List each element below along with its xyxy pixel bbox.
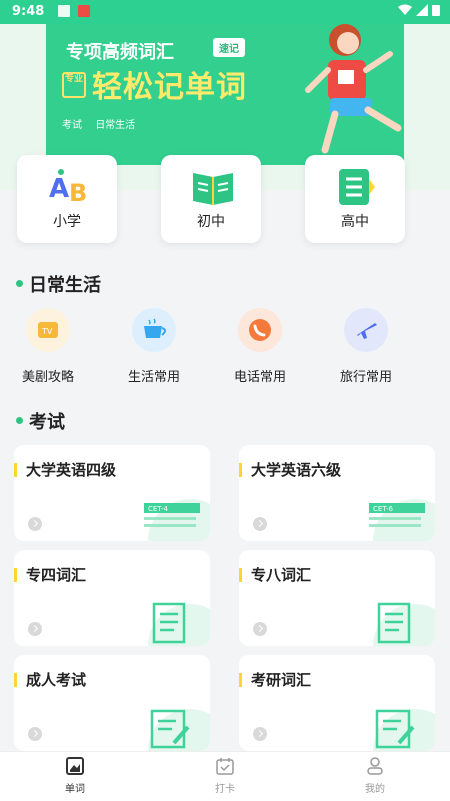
banner-badge: 专业: [62, 72, 86, 98]
exam-card-cet6[interactable]: 大学英语六级 CET-6: [239, 445, 435, 541]
section-dot: [16, 280, 23, 287]
wifi-icon: [397, 4, 412, 15]
bottom-tab-bar: 单词 打卡 我的: [0, 751, 450, 801]
notification-icons: [58, 5, 94, 20]
grade-card-primary[interactable]: A B 小学: [17, 155, 117, 243]
svg-text:TV: TV: [41, 327, 53, 336]
accent-bar: [14, 568, 17, 582]
daily-item-tv[interactable]: TV 美剧攻略: [8, 308, 88, 385]
daily-item-label: 美剧攻略: [21, 370, 74, 385]
grade-label: 高中: [341, 214, 369, 230]
open-book-icon: [193, 173, 233, 205]
daily-item-phone[interactable]: 电话常用: [220, 308, 300, 385]
signal-icon: [415, 4, 428, 16]
grade-card-senior[interactable]: 高中: [305, 155, 405, 243]
accent-bar: [14, 673, 17, 687]
document-pencil-icon: [148, 709, 210, 751]
grade-card-junior[interactable]: 初中: [161, 155, 261, 243]
cet4-deco-text: CET-4: [148, 505, 168, 513]
status-bar: 9:48: [0, 0, 450, 24]
banner-subtitles: 考试 日常生活: [62, 116, 145, 131]
system-status-icons: [397, 4, 440, 20]
banner-sub-exam: 考试: [62, 120, 82, 131]
daily-item-life[interactable]: 生活常用: [114, 308, 194, 385]
exam-card-label: 考研词汇: [251, 671, 312, 689]
daily-item-label: 电话常用: [233, 370, 286, 385]
words-tab-icon: [66, 757, 84, 775]
daily-item-label: 旅行常用: [339, 370, 392, 385]
calendar-check-icon: [216, 758, 234, 775]
exam-card-label: 专八词汇: [251, 566, 312, 584]
status-time: 9:48: [12, 4, 45, 19]
banner-tag: 速记: [213, 38, 245, 57]
accent-bar: [14, 463, 17, 477]
daily-item-label: 生活常用: [127, 370, 180, 385]
document-pencil-icon: [373, 709, 435, 751]
banner-sub-daily: 日常生活: [95, 120, 136, 131]
section-dot: [16, 417, 23, 424]
arrow-right-icon: [28, 517, 42, 531]
daily-item-travel[interactable]: 旅行常用: [326, 308, 406, 385]
airplane-icon: [344, 308, 388, 352]
scroll-document-icon: [373, 602, 435, 646]
tab-checkin[interactable]: 打卡: [150, 756, 300, 795]
arrow-right-icon: [253, 517, 267, 531]
exam-card-tem8[interactable]: 专八词汇: [239, 550, 435, 646]
grade-label: 小学: [53, 214, 81, 230]
battery-icon: [432, 5, 440, 16]
cet6-deco-text: CET-6: [373, 505, 393, 513]
exam-card-label: 专四词汇: [26, 566, 87, 584]
tab-label: 我的: [365, 784, 385, 795]
notebook-icon: [339, 169, 375, 205]
cet-card-illustration: CET-6: [369, 499, 435, 541]
arrow-right-icon: [28, 727, 42, 741]
section-title-daily: 日常生活: [29, 275, 101, 296]
accent-bar: [239, 463, 242, 477]
running-girl-illustration: [305, 24, 402, 154]
svg-text:B: B: [69, 179, 87, 207]
ab-letters-icon: A B: [49, 169, 87, 207]
app-notification-icon: [58, 5, 70, 17]
tv-icon: TV: [26, 308, 70, 352]
user-icon: [367, 757, 383, 775]
tab-label: 打卡: [215, 784, 235, 795]
arrow-right-icon: [253, 622, 267, 636]
arrow-right-icon: [253, 727, 267, 741]
phone-icon: [238, 308, 282, 352]
exam-card-tem4[interactable]: 专四词汇: [14, 550, 210, 646]
exam-card-label: 成人考试: [26, 671, 87, 689]
tab-words[interactable]: 单词: [0, 756, 150, 795]
exam-card-label: 大学英语四级: [26, 461, 117, 479]
svg-text:A: A: [49, 174, 69, 204]
exam-card-postgrad[interactable]: 考研词汇: [239, 655, 435, 751]
banner-title: 专项高频词汇: [66, 42, 174, 63]
tab-profile[interactable]: 我的: [300, 756, 450, 795]
arrow-right-icon: [28, 622, 42, 636]
cet-card-illustration: CET-4: [144, 499, 210, 541]
exam-card-cet4[interactable]: 大学英语四级 CET-4: [14, 445, 210, 541]
accent-bar: [239, 673, 242, 687]
book-notification-icon: [78, 5, 91, 17]
exam-card-adult[interactable]: 成人考试: [14, 655, 210, 751]
tab-label: 单词: [65, 784, 85, 795]
accent-bar: [239, 568, 242, 582]
grade-label: 初中: [197, 214, 225, 230]
exam-card-label: 大学英语六级: [251, 461, 342, 479]
section-title-exam: 考试: [29, 412, 65, 433]
coffee-cup-icon: [132, 308, 176, 352]
scroll-document-icon: [148, 602, 210, 646]
banner-headline: 轻松记单词: [92, 70, 247, 105]
